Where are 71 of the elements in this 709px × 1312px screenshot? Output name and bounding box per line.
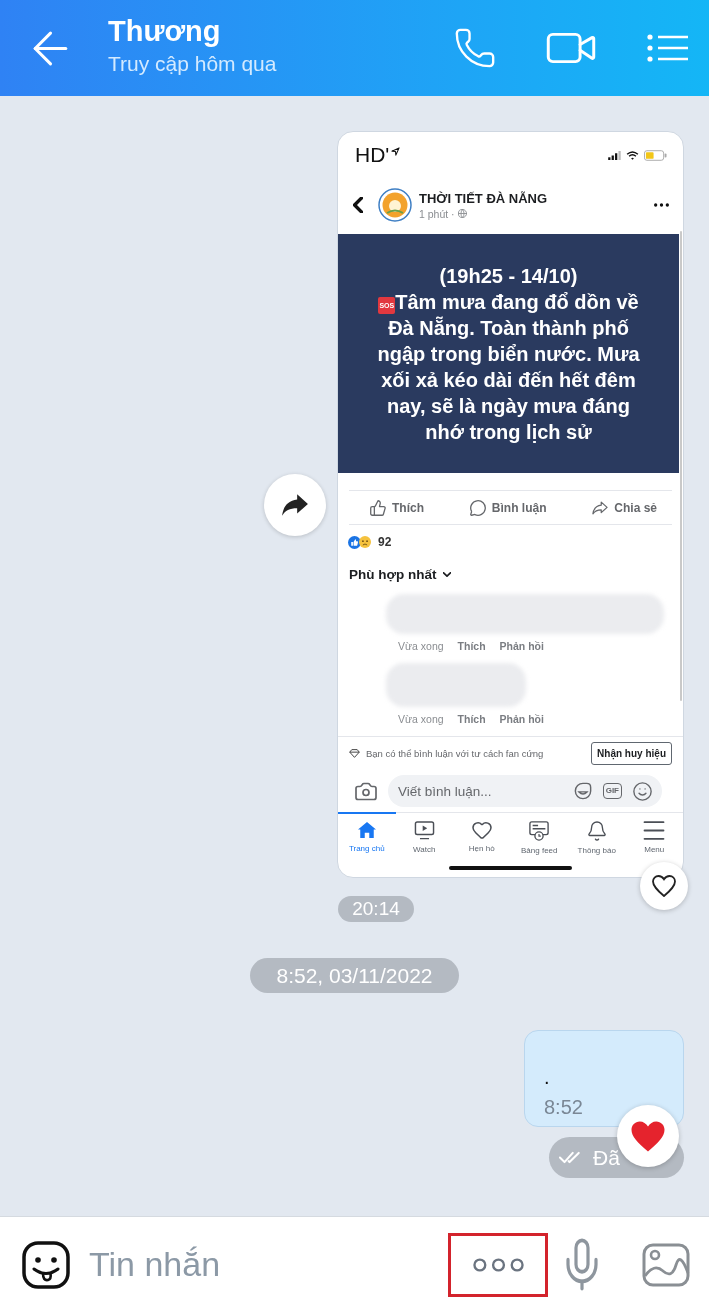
speech-bubble-icon [469, 499, 486, 516]
message-time: 8:52 [544, 1095, 583, 1119]
like-label: Thích [392, 500, 424, 515]
back-chevron-icon [353, 197, 363, 213]
image-icon[interactable] [642, 1242, 690, 1287]
heart-icon [652, 875, 676, 897]
comment-time: Vừa xong [398, 640, 444, 652]
sad-reaction-icon [359, 536, 371, 548]
time-label: 20:14 [338, 896, 414, 922]
more-icon[interactable] [472, 1257, 524, 1272]
badge-button: Nhận huy hiệu [591, 742, 672, 765]
chevron-down-icon [442, 571, 451, 577]
message-input[interactable]: Tin nhắn [89, 1245, 448, 1284]
tab-label: Thông báo [577, 846, 616, 855]
share-label: Chia sẻ [614, 500, 657, 515]
message-bubble[interactable]: . 8:52 [524, 1030, 684, 1127]
list-icon[interactable] [647, 34, 689, 62]
phone-icon[interactable] [455, 28, 495, 68]
diamond-icon [349, 749, 360, 758]
sun-logo-icon [378, 188, 412, 222]
like-link: Thích [457, 713, 486, 725]
forward-arrow-icon [281, 492, 309, 517]
share-arrow-icon [592, 500, 609, 515]
tab-label: Watch [413, 845, 436, 854]
video-camera-icon[interactable] [546, 32, 596, 64]
battery-icon [644, 149, 667, 161]
comment-label: Bình luận [491, 500, 547, 515]
comment-time: Vừa xong [398, 713, 444, 725]
comment-input: Viết bình luận... GIF [388, 775, 662, 807]
location-arrow-icon [391, 146, 401, 156]
date-label: 8:52, 03/11/2022 [250, 958, 459, 993]
menu-icon [643, 821, 666, 840]
page-name: THỜI TIẾT ĐÀ NẴNG [419, 190, 548, 206]
tv-icon [413, 821, 435, 840]
contact-name: Thương [108, 13, 221, 48]
microphone-icon[interactable] [566, 1238, 598, 1291]
feed-icon [529, 821, 550, 841]
sticker-icon [573, 782, 592, 800]
signal-icon [608, 150, 621, 160]
heart-outline-icon [471, 821, 492, 839]
like-reaction-icon [348, 535, 361, 549]
message-text: . [544, 1065, 550, 1089]
post-heading: (19h25 - 14/10) [439, 263, 578, 289]
status-bar-text: HD' [355, 143, 390, 167]
react-button[interactable] [640, 862, 688, 910]
bell-icon [587, 821, 606, 841]
globe-icon [457, 209, 467, 218]
double-check-icon [559, 1151, 581, 1164]
sort-label: Phù hợp nhất [349, 566, 437, 582]
heart-icon [630, 1119, 666, 1153]
reaction-count: 92 [378, 535, 392, 549]
sticker-face-icon[interactable] [22, 1240, 70, 1289]
reply-link: Phản hồi [499, 713, 544, 725]
tab-label: Bảng feed [521, 846, 558, 855]
more-icon [654, 203, 669, 207]
camera-icon [355, 781, 377, 801]
tab-label: Menu [644, 845, 665, 854]
last-seen-status: Truy cập hôm qua [108, 50, 277, 77]
like-link: Thích [457, 640, 486, 652]
gif-button: GIF [602, 783, 622, 799]
forward-button[interactable] [264, 473, 326, 536]
shared-screenshot[interactable] [337, 131, 684, 878]
tab-label: Hẹn hò [468, 844, 495, 853]
fan-note: Bạn có thể bình luận với tư cách fan cứng [366, 748, 545, 759]
wifi-icon [626, 150, 639, 160]
thumbs-up-icon [370, 499, 386, 516]
post-time: 1 phút · [419, 207, 455, 220]
reply-link: Phản hồi [499, 640, 544, 652]
smile-icon [633, 781, 652, 801]
tab-label: Trang chủ [348, 844, 385, 853]
home-icon [356, 821, 377, 839]
